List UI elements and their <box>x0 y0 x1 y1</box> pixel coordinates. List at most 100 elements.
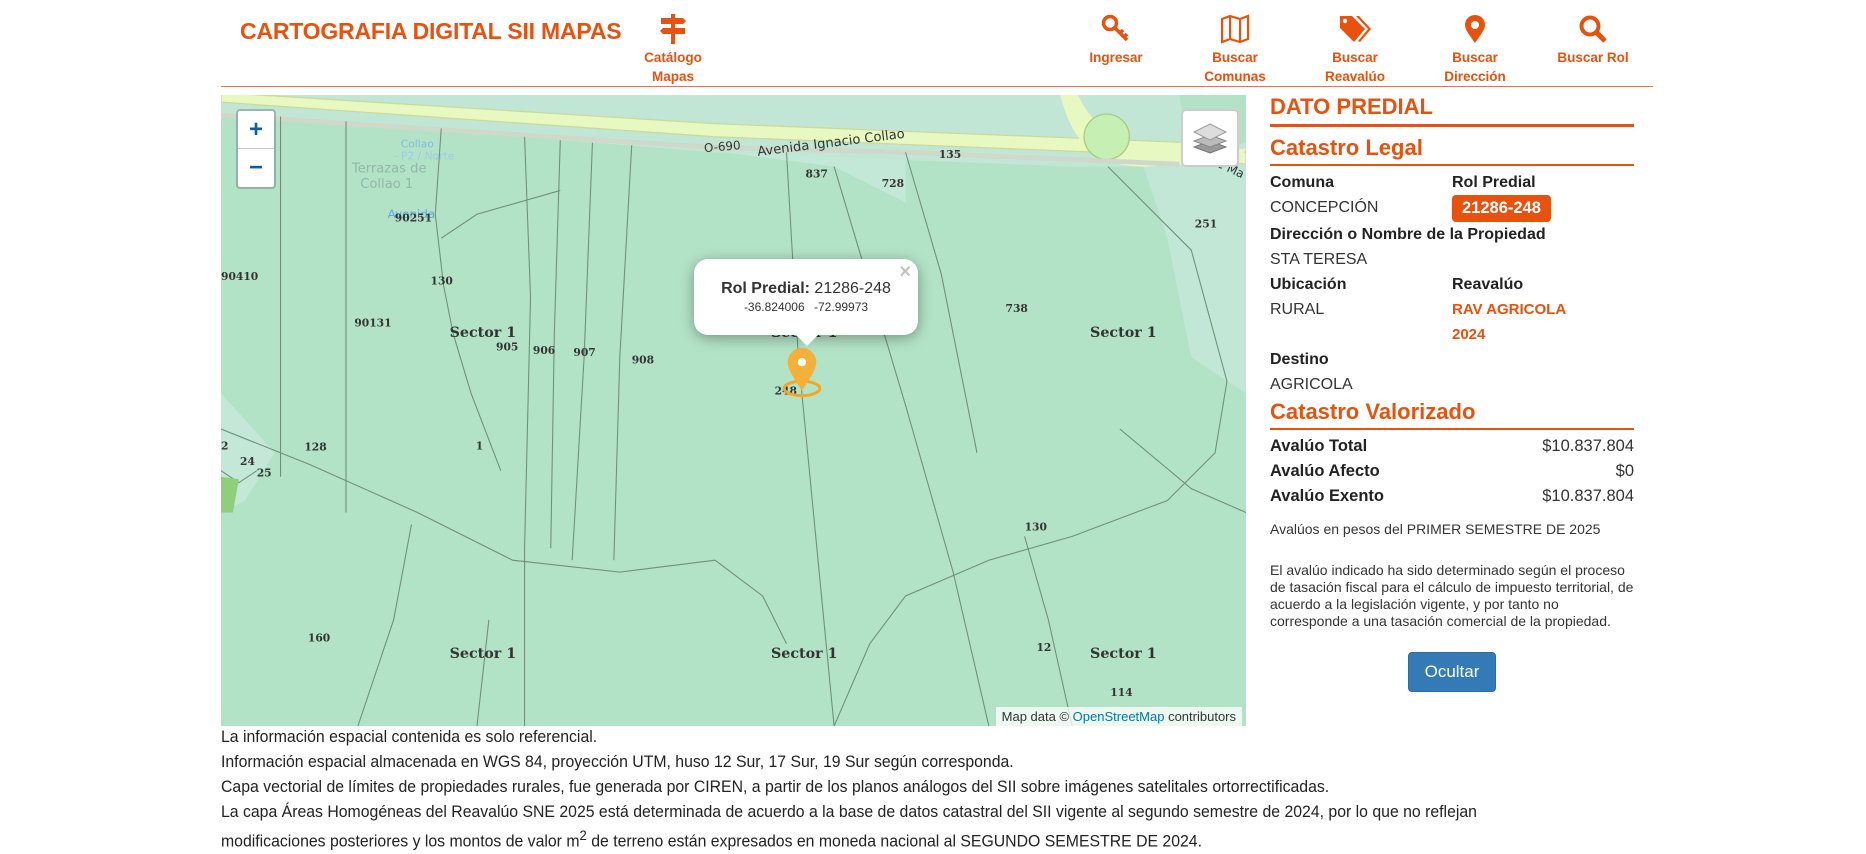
nav-label: Buscar Rol <box>1557 50 1629 65</box>
layers-icon <box>1192 123 1228 154</box>
app-title: CARTOGRAFIA DIGITAL SII MAPAS <box>240 18 622 44</box>
nav-label: Catálogo <box>644 50 702 65</box>
map-label-parcel: 2 <box>221 439 228 452</box>
map-label-sector: Sector 1 <box>1090 646 1157 662</box>
map-label-parcel: 135 <box>939 148 961 161</box>
map-label-parcel: 24 <box>240 455 255 468</box>
nav-label: Dirección <box>1444 69 1506 84</box>
layers-button[interactable] <box>1181 109 1239 167</box>
openstreetmap-link[interactable]: OpenStreetMap <box>1073 709 1165 724</box>
footer-line: Capa vectorial de límites de propiedades… <box>221 777 1330 796</box>
map-label-parcel: 906 <box>533 344 555 357</box>
footer-line: modificaciones posteriores y los montos … <box>221 824 1709 854</box>
nav-label: Buscar <box>1212 50 1258 65</box>
nav-buscar-reavaluo[interactable]: Buscar Reavalúo <box>1295 14 1415 86</box>
map-label-parcel: 25 <box>257 467 272 480</box>
rol-label: Rol Predial <box>1452 174 1536 191</box>
section-catastro-valorizado: Catastro Valorizado <box>1270 399 1634 430</box>
popup-close-button[interactable]: × <box>899 261 911 284</box>
map-label-parcel: 130 <box>1025 520 1047 533</box>
avaluo-value: $10.837.804 <box>1542 487 1634 505</box>
avaluo-note: Avalúos en pesos del PRIMER SEMESTRE DE … <box>1270 521 1601 537</box>
ubicacion-value: RURAL <box>1270 301 1325 318</box>
nav-ingresar[interactable]: Ingresar <box>1056 14 1176 67</box>
popup-rol: 21286-248 <box>814 280 891 297</box>
hide-button[interactable]: Ocultar <box>1408 652 1496 692</box>
nav-catalogo-mapas[interactable]: Catálogo Mapas <box>613 14 733 86</box>
map-label-parcel: 12 <box>1036 641 1051 654</box>
map-marker-icon <box>1465 15 1485 43</box>
zoom-in-button[interactable]: + <box>238 111 274 149</box>
comuna-value: CONCEPCIÓN <box>1270 199 1379 216</box>
destino-label: Destino <box>1270 351 1329 368</box>
reavaluo-value: RAV AGRICOLA <box>1452 301 1567 318</box>
map-popup: × Rol Predial: 21286-248 -36.824006 -72.… <box>694 259 918 346</box>
nav-buscar-rol[interactable]: Buscar Rol <box>1533 14 1653 67</box>
footer-text: modificaciones posteriores y los montos … <box>221 831 580 851</box>
map-label-parcel: 114 <box>1110 686 1133 699</box>
map-label-parcel: 90410 <box>221 270 258 283</box>
popup-label: Rol Predial: <box>721 280 810 297</box>
footer-line: La información espacial contenida es sol… <box>221 727 598 746</box>
map-label-sector: Sector 1 <box>450 325 517 341</box>
footer-notes: La información espacial contenida es sol… <box>221 724 1709 854</box>
avaluo-value: $10.837.804 <box>1542 437 1634 455</box>
header-divider <box>221 86 1653 87</box>
map-label-sector: Sector 1 <box>771 646 838 662</box>
avaluo-label: Avalúo Exento <box>1270 487 1384 505</box>
nav-label: Reavalúo <box>1324 69 1386 84</box>
avaluo-disclaimer: El avalúo indicado ha sido determinado s… <box>1270 562 1634 629</box>
map-label-parcel: 90251 <box>395 211 432 224</box>
footer-line: Información espacial almacenada en WGS 8… <box>221 752 1014 771</box>
ubicacion-label: Ubicación <box>1270 276 1347 293</box>
nav-label: Mapas <box>651 69 695 84</box>
map-label-parcel: 905 <box>496 340 518 353</box>
map-label: Terrazas de <box>351 162 427 177</box>
nav-buscar-direccion[interactable]: Buscar Dirección <box>1415 14 1535 86</box>
reavaluo-label: Reavalúo <box>1452 276 1524 293</box>
map-label-parcel: 738 <box>1006 302 1028 315</box>
map-label-parcel: 90131 <box>354 316 391 329</box>
footer-text: de terreno están expresados en moneda na… <box>586 831 1203 851</box>
attribution-prefix: Map data © <box>1001 709 1070 724</box>
map-tiles[interactable]: Avenida Collao - P2 / Norte Terrazas de … <box>221 95 1246 726</box>
footer-line: La capa Áreas Homogéneas del Reavalúo SN… <box>221 802 1477 821</box>
map-label: Collao 1 <box>360 177 413 192</box>
direccion-label: Dirección o Nombre de la Propiedad <box>1270 226 1546 243</box>
map-label-parcel: 128 <box>304 440 326 453</box>
avaluo-row: Avalúo Afecto $0 <box>1270 459 1634 484</box>
nav-label: Comunas <box>1204 69 1266 84</box>
map-label: - P2 / Norte <box>394 149 455 162</box>
map-label-parcel: 251 <box>1195 217 1217 230</box>
map-view[interactable]: Avenida Collao - P2 / Norte Terrazas de … <box>221 95 1246 726</box>
reavaluo-year: 2024 <box>1452 326 1486 343</box>
destino-value: AGRICOLA <box>1270 376 1353 393</box>
avaluo-label: Avalúo Total <box>1270 437 1368 455</box>
avaluo-row: Avalúo Exento $10.837.804 <box>1270 484 1634 509</box>
nav-label: Ingresar <box>1089 50 1143 65</box>
attribution-suffix: contributors <box>1168 709 1236 724</box>
map-label-parcel: 728 <box>882 177 904 190</box>
map-label-parcel: 160 <box>308 631 330 644</box>
panel-title: DATO PREDIAL <box>1270 94 1634 127</box>
avaluo-row: Avalúo Total $10.837.804 <box>1270 434 1634 459</box>
signpost-icon <box>660 14 686 44</box>
map-label-sector: Sector 1 <box>1090 325 1157 341</box>
zoom-out-button[interactable]: − <box>238 149 274 186</box>
section-catastro-legal: Catastro Legal <box>1270 135 1634 166</box>
map-label-parcel: 837 <box>806 167 828 180</box>
zoom-control: + − <box>236 109 276 189</box>
direccion-value: STA TERESA <box>1270 251 1368 268</box>
map-label-parcel: 1 <box>476 439 483 452</box>
map-label-parcel: 130 <box>431 275 453 288</box>
popup-lat: -36.824006 <box>743 300 805 314</box>
popup-lon: -72.99973 <box>814 300 869 314</box>
nav-label: Buscar <box>1452 50 1498 65</box>
nav-label: Buscar <box>1332 50 1378 65</box>
search-icon <box>1579 15 1607 43</box>
comuna-label: Comuna <box>1270 174 1334 191</box>
key-icon <box>1101 14 1129 42</box>
rol-badge: 21286-248 <box>1452 195 1551 222</box>
nav-buscar-comunas[interactable]: Buscar Comunas <box>1175 14 1295 86</box>
avaluo-label: Avalúo Afecto <box>1270 462 1380 480</box>
